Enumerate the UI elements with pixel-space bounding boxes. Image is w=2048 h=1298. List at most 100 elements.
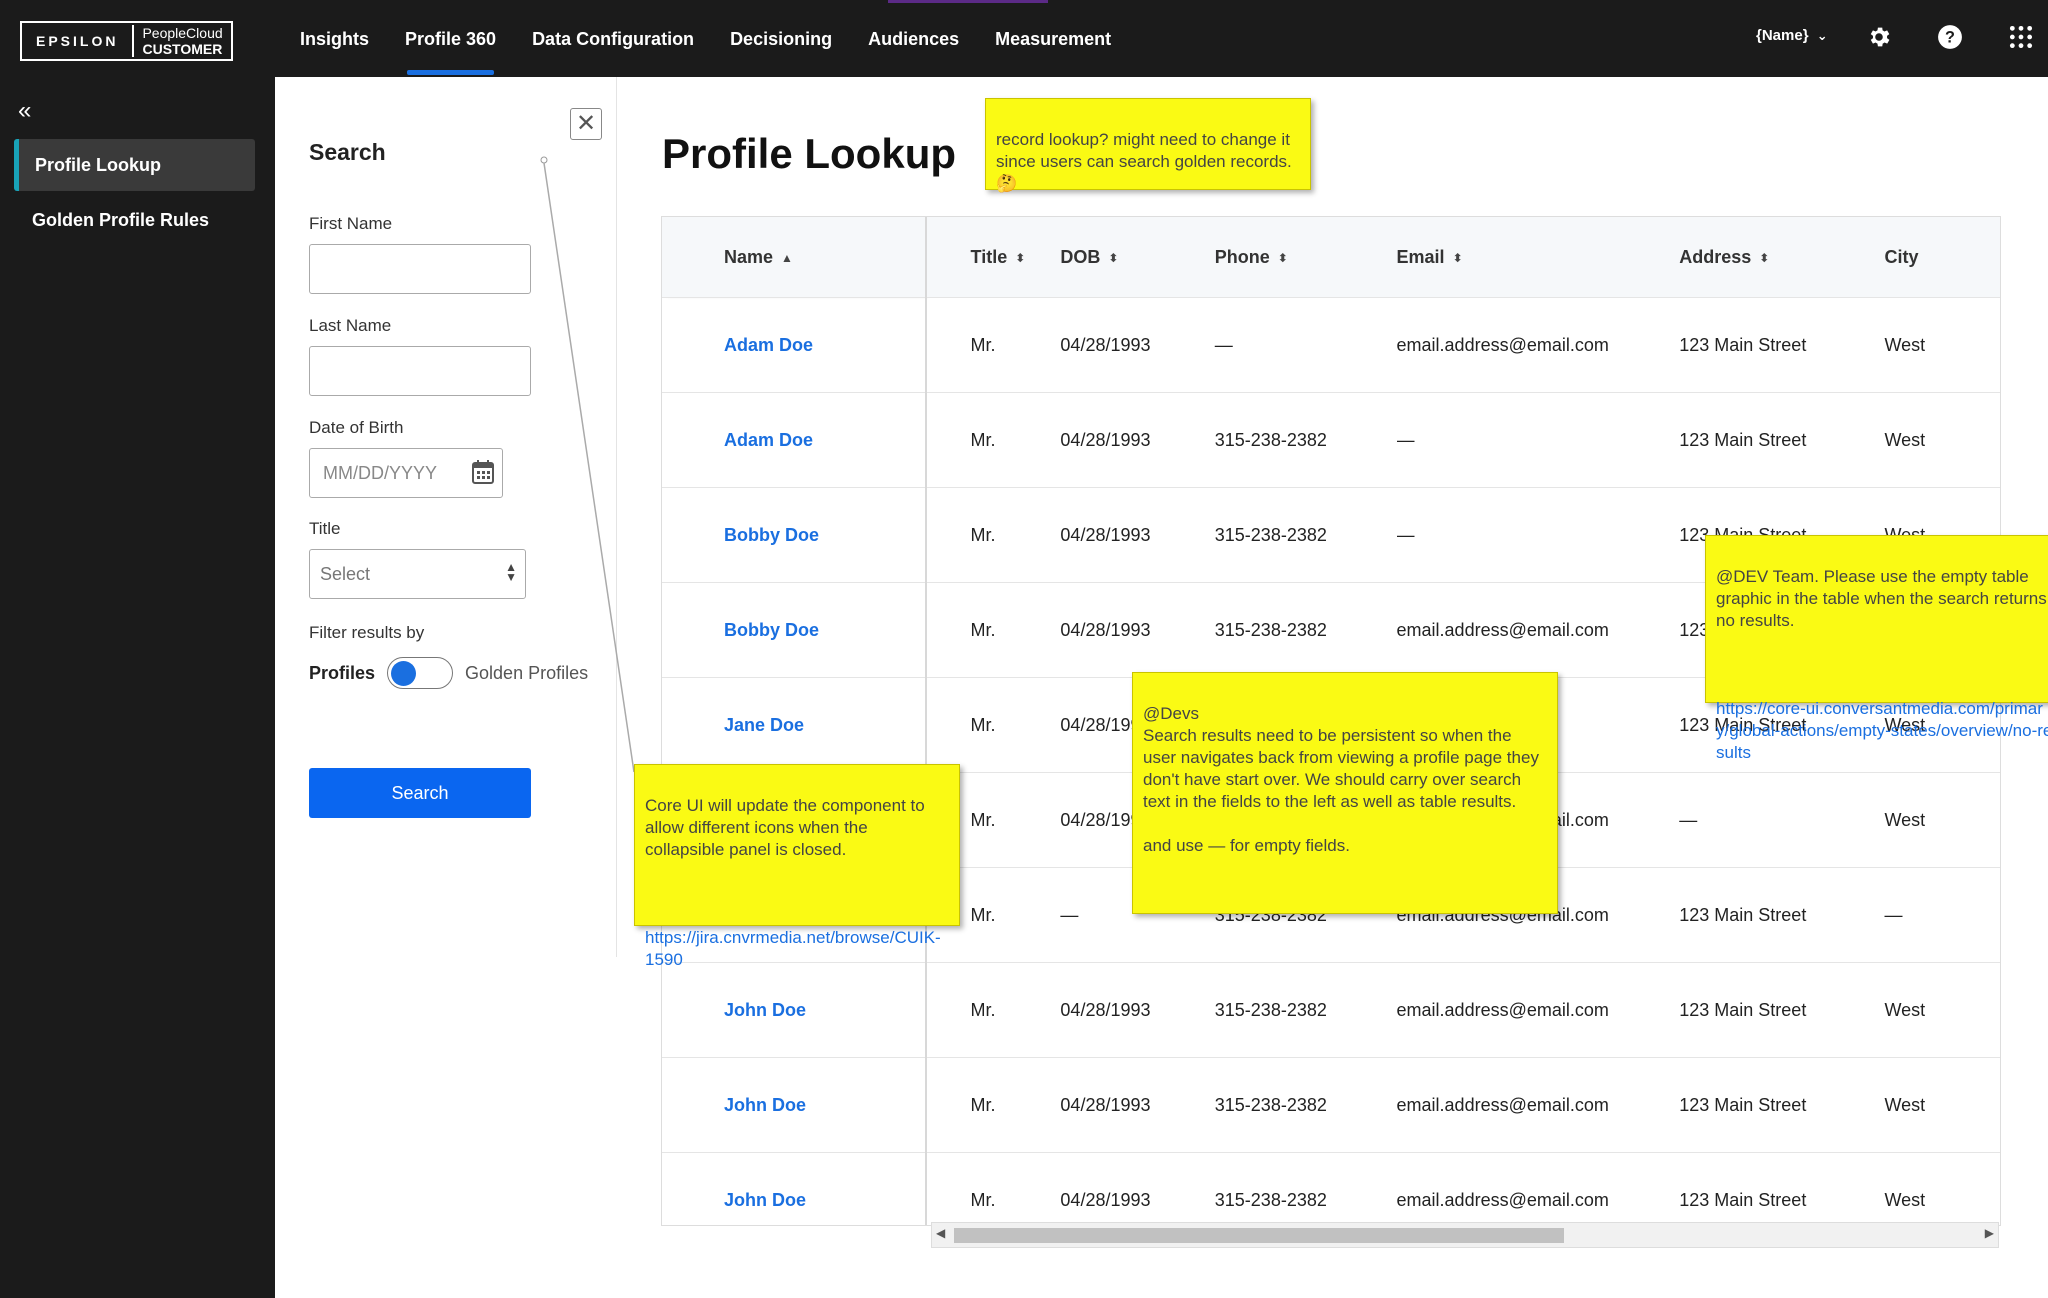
- cell-value: 123 Main Street: [1679, 429, 1807, 450]
- nav-decisioning[interactable]: Decisioning: [712, 0, 850, 77]
- cell-title: Mr.: [925, 582, 1045, 678]
- column-header-city-label: City: [1884, 246, 1919, 267]
- profile-name-link[interactable]: Adam Doe: [724, 335, 813, 355]
- cell-name[interactable]: Bobby Doe: [662, 582, 927, 678]
- table-row[interactable]: Adam Doe Mr. 04/28/1993 — email.address@emai…: [662, 297, 2000, 393]
- sort-icon[interactable]: ⬍: [1278, 251, 1288, 265]
- cell-value: Mr.: [970, 619, 996, 640]
- cell-city: West: [1884, 1057, 2000, 1153]
- apps-grid-icon[interactable]: [2006, 24, 2036, 54]
- table-row[interactable]: Adam Doe Mr. 04/28/1993 315-238-2382 — 123 Ma…: [662, 392, 2000, 488]
- sort-icon[interactable]: ⬍: [1015, 251, 1025, 265]
- sticky-note-record-lookup[interactable]: record lookup? might need to change it s…: [985, 98, 1311, 193]
- table-row[interactable]: John Doe Mr. 04/28/1993 315-238-2382 email.a…: [662, 962, 2000, 1058]
- help-icon[interactable]: ?: [1935, 24, 1965, 54]
- title-select[interactable]: Select ▲ ▼: [309, 549, 526, 599]
- search-button[interactable]: Search: [309, 768, 531, 818]
- cell-address: 123 Main Street: [1679, 962, 1885, 1058]
- cell-name[interactable]: Adam Doe: [662, 297, 927, 393]
- cell-city: West: [1884, 392, 2000, 488]
- profile-name-link[interactable]: Adam Doe: [724, 430, 813, 450]
- nav-audiences[interactable]: Audiences: [850, 0, 977, 77]
- profile-name-link[interactable]: John Doe: [724, 1190, 806, 1210]
- profile-name-link[interactable]: John Doe: [724, 1095, 806, 1115]
- cell-title: Mr.: [925, 1057, 1045, 1153]
- sort-ascending-icon[interactable]: ▲: [781, 251, 793, 265]
- column-header-email[interactable]: Email ⬍: [1396, 217, 1680, 298]
- note-text: record lookup? might need to change it s…: [996, 130, 1292, 171]
- table-row[interactable]: John Doe Mr. 04/28/1993 315-238-2382 email.a…: [662, 1057, 2000, 1153]
- scroll-right-icon[interactable]: ▶: [1985, 1226, 1994, 1240]
- profile-type-toggle[interactable]: [387, 657, 454, 689]
- cell-value: 123 Main Street: [1679, 334, 1807, 355]
- column-header-dob[interactable]: DOB ⬍: [1044, 217, 1211, 298]
- title-label: Title: [309, 519, 341, 538]
- cell-name[interactable]: John Doe: [662, 1152, 927, 1225]
- last-name-input[interactable]: [309, 346, 531, 396]
- cell-name[interactable]: Adam Doe: [662, 392, 927, 488]
- sticky-note-persistent-results[interactable]: @Devs Search results need to be persiste…: [1132, 672, 1558, 914]
- profile-name-link[interactable]: John Doe: [724, 1000, 806, 1020]
- toggle-knob: [391, 661, 417, 686]
- cell-value: email.address@email.com: [1396, 619, 1609, 640]
- cell-name[interactable]: Jane Doe: [662, 677, 927, 773]
- profile-name-link[interactable]: Bobby Doe: [724, 620, 819, 640]
- cell-dob: 04/28/1993: [1044, 392, 1211, 488]
- cell-value: West: [1884, 334, 1926, 355]
- user-menu-button[interactable]: {Name} ⌄: [1756, 27, 1828, 44]
- sidebar-item-profile-lookup[interactable]: Profile Lookup: [14, 139, 255, 191]
- cell-title: Mr.: [925, 1152, 1045, 1225]
- first-name-input[interactable]: [309, 244, 531, 294]
- cell-value: 123 Main Street: [1679, 999, 1807, 1020]
- scrollbar-thumb[interactable]: [954, 1228, 1564, 1243]
- scroll-left-icon[interactable]: ◀: [936, 1226, 945, 1240]
- cell-value: 315-238-2382: [1214, 429, 1327, 450]
- cell-address: 123 Main Street: [1679, 1057, 1885, 1153]
- column-header-address[interactable]: Address ⬍: [1679, 217, 1885, 298]
- horizontal-scrollbar[interactable]: ◀ ▶: [931, 1222, 1999, 1248]
- column-header-phone[interactable]: Phone ⬍: [1210, 217, 1397, 298]
- column-header-title[interactable]: Title ⬍: [925, 217, 1045, 298]
- cell-value: —: [1884, 904, 1903, 925]
- nav-data-configuration[interactable]: Data Configuration: [514, 0, 712, 77]
- cell-value: email.address@email.com: [1396, 1189, 1609, 1210]
- sticky-note-collapsible-panel[interactable]: Core UI will update the component to all…: [634, 764, 960, 969]
- calendar-icon[interactable]: [472, 460, 494, 484]
- note-text: Core UI will update the component to all…: [645, 796, 925, 859]
- cell-value: 315-238-2382: [1214, 524, 1327, 545]
- dob-input[interactable]: MM/DD/YYYY: [309, 448, 503, 498]
- sort-icon[interactable]: ⬍: [1108, 251, 1118, 265]
- profile-name-link[interactable]: Jane Doe: [724, 715, 804, 735]
- nav-insights[interactable]: Insights: [282, 0, 387, 77]
- cell-city: West: [1884, 772, 2000, 868]
- cell-value: 04/28/1993: [1060, 524, 1151, 545]
- column-header-name[interactable]: Name ▲: [662, 217, 927, 298]
- nav-measurement[interactable]: Measurement: [977, 0, 1129, 77]
- table-row[interactable]: John Doe Mr. 04/28/1993 315-238-2382 email.a…: [662, 1152, 2000, 1225]
- nav-profile-360[interactable]: Profile 360: [387, 0, 514, 77]
- cell-name[interactable]: Bobby Doe: [662, 487, 927, 583]
- cell-name[interactable]: John Doe: [662, 962, 927, 1058]
- user-name: {Name}: [1756, 27, 1809, 44]
- close-panel-button[interactable]: ✕: [570, 108, 602, 140]
- profile-name-link[interactable]: Bobby Doe: [724, 525, 819, 545]
- epsilon-logo[interactable]: EPSILON PeopleCloud CUSTOMER: [20, 21, 233, 61]
- cell-phone: 315-238-2382: [1210, 962, 1397, 1058]
- cell-value: 315-238-2382: [1214, 1189, 1327, 1210]
- sort-icon[interactable]: ⬍: [1453, 251, 1463, 265]
- cell-name[interactable]: John Doe: [662, 1057, 927, 1153]
- search-heading: Search: [309, 139, 386, 165]
- collapse-sidebar-icon[interactable]: «: [18, 97, 31, 125]
- cell-dob: 04/28/1993: [1044, 297, 1211, 393]
- column-header-city[interactable]: City: [1884, 217, 2000, 298]
- sidebar: « Profile Lookup Golden Profile Rules: [0, 77, 275, 1298]
- cell-value: Mr.: [970, 714, 996, 735]
- cell-value: Mr.: [970, 1094, 996, 1115]
- sidebar-item-golden-profile-rules[interactable]: Golden Profile Rules: [14, 194, 255, 246]
- gear-icon[interactable]: [1864, 24, 1894, 54]
- sticky-note-empty-table[interactable]: @DEV Team. Please use the empty table gr…: [1705, 535, 2048, 762]
- sort-icon[interactable]: ⬍: [1759, 251, 1769, 265]
- cell-value: West: [1884, 809, 1926, 830]
- cell-email: —: [1396, 392, 1680, 488]
- main-nav: Insights Profile 360 Data Configuration …: [282, 0, 1129, 77]
